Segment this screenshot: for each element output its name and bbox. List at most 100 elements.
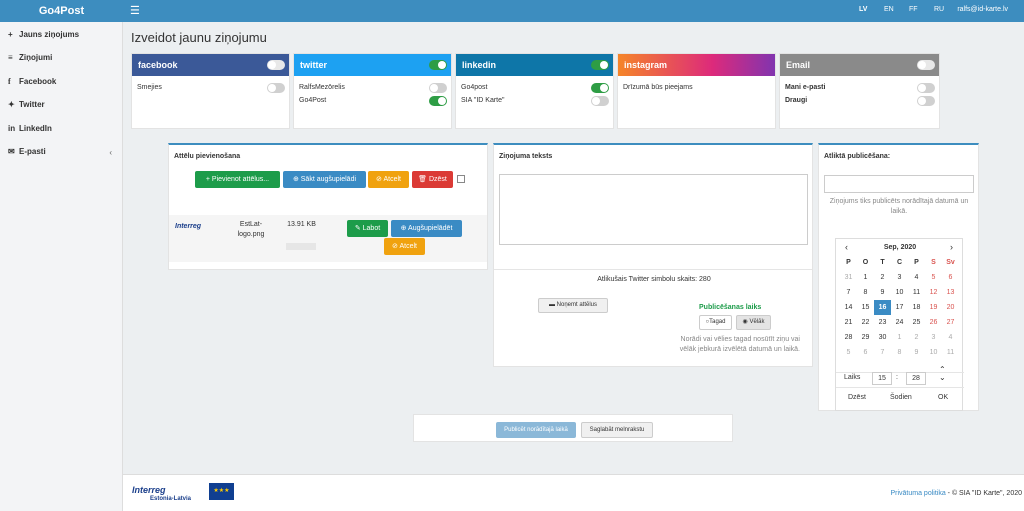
calendar-day[interactable]: 25: [908, 315, 925, 330]
app-brand[interactable]: Go4Post: [0, 0, 123, 22]
calendar-day[interactable]: 21: [840, 315, 857, 330]
calendar-day[interactable]: 6: [942, 270, 959, 285]
sidebar-item-twitter[interactable]: ✦ Twitter: [8, 100, 45, 109]
today-button[interactable]: Šodien: [890, 394, 912, 401]
calendar-day[interactable]: 3: [925, 330, 942, 345]
calendar-day[interactable]: 10: [925, 345, 942, 360]
account-name: Mani e-pasti: [785, 84, 826, 91]
calendar-day[interactable]: 1: [891, 330, 908, 345]
account-toggle[interactable]: [267, 83, 285, 93]
calendar-day[interactable]: 4: [908, 270, 925, 285]
linkedin-icon: in: [8, 124, 16, 133]
minute-input[interactable]: 28: [906, 372, 926, 385]
calendar-day[interactable]: 3: [891, 270, 908, 285]
sidebar-item-linkedin[interactable]: in LinkedIn: [8, 124, 52, 133]
calendar-day[interactable]: 19: [925, 300, 942, 315]
privacy-link[interactable]: Privātuma politika: [890, 490, 945, 497]
account-toggle[interactable]: [429, 96, 447, 106]
facebook-card-title: facebook: [132, 54, 289, 76]
calendar-day[interactable]: 28: [840, 330, 857, 345]
add-images-button[interactable]: + Pievienot attēlus...: [195, 171, 280, 188]
save-draft-button[interactable]: Saglabāt melnrakstu: [581, 422, 653, 438]
chevron-left-icon[interactable]: ‹: [109, 148, 112, 157]
delete-all-button[interactable]: 🗑 Dzēst: [412, 171, 453, 188]
sidebar-item-email[interactable]: ✉ E-pasti: [8, 147, 46, 156]
calendar-day[interactable]: 2: [874, 270, 891, 285]
sidebar-item-facebook[interactable]: f Facebook: [8, 77, 56, 86]
calendar-day[interactable]: 5: [925, 270, 942, 285]
calendar-day[interactable]: 8: [857, 285, 874, 300]
weekday-header: C: [896, 259, 903, 266]
twitter-toggle[interactable]: [429, 60, 447, 70]
calendar-day[interactable]: 27: [942, 315, 959, 330]
calendar-day[interactable]: 7: [874, 345, 891, 360]
calendar-day[interactable]: 11: [942, 345, 959, 360]
account-toggle[interactable]: [917, 83, 935, 93]
calendar-day[interactable]: 22: [857, 315, 874, 330]
lang-en[interactable]: EN: [884, 6, 894, 13]
remove-images-button[interactable]: ▬ Noņemt attēlus: [538, 298, 608, 313]
cancel-button[interactable]: ⊘ Atcelt: [384, 238, 425, 255]
calendar-day[interactable]: 14: [840, 300, 857, 315]
later-radio[interactable]: ◉ Vēlāk: [736, 315, 771, 330]
user-email[interactable]: ralfs@id-karte.lv: [957, 6, 1008, 13]
calendar-day[interactable]: 24: [891, 315, 908, 330]
lang-ru[interactable]: RU: [934, 6, 944, 13]
calendar-day[interactable]: 6: [857, 345, 874, 360]
facebook-toggle[interactable]: [267, 60, 285, 70]
cancel-all-button[interactable]: ⊘ Atcelt: [368, 171, 409, 188]
calendar-day[interactable]: 15: [857, 300, 874, 315]
calendar-day[interactable]: 7: [840, 285, 857, 300]
calendar-day[interactable]: 13: [942, 285, 959, 300]
date-input[interactable]: [824, 175, 974, 193]
calendar-day[interactable]: 1: [857, 270, 874, 285]
sidebar-item-messages[interactable]: ≡ Ziņojumi: [8, 53, 52, 62]
time-stepper-icon[interactable]: ⌃ ⌄: [939, 366, 946, 382]
account-toggle[interactable]: [591, 83, 609, 93]
upload-button[interactable]: ⊕ Augšupielādēt: [391, 220, 462, 237]
clear-button[interactable]: Dzēst: [848, 394, 866, 401]
calendar-day[interactable]: 29: [857, 330, 874, 345]
publish-button[interactable]: Publicēt norādītajā laikā: [496, 422, 576, 438]
email-toggle[interactable]: [917, 60, 935, 70]
lang-ff[interactable]: FF: [909, 6, 918, 13]
calendar-day[interactable]: 9: [908, 345, 925, 360]
message-textarea[interactable]: [499, 174, 808, 245]
calendar-day[interactable]: 4: [942, 330, 959, 345]
select-all-checkbox[interactable]: [457, 175, 465, 183]
calendar-day[interactable]: 18: [908, 300, 925, 315]
lang-lv[interactable]: LV: [859, 6, 867, 13]
calendar-day[interactable]: 9: [874, 285, 891, 300]
scheduled-panel: Atliktā publicēšana: Ziņojums tiks publi…: [818, 143, 979, 411]
calendar-day[interactable]: 16: [874, 300, 891, 315]
calendar-day[interactable]: 10: [891, 285, 908, 300]
account-toggle[interactable]: [917, 96, 935, 106]
account-toggle[interactable]: [591, 96, 609, 106]
calendar-day[interactable]: 23: [874, 315, 891, 330]
calendar-day[interactable]: 8: [891, 345, 908, 360]
calendar-day[interactable]: 20: [942, 300, 959, 315]
calendar-day[interactable]: 17: [891, 300, 908, 315]
calendar-day[interactable]: 26: [925, 315, 942, 330]
calendar-day[interactable]: 30: [874, 330, 891, 345]
calendar-day[interactable]: 31: [840, 270, 857, 285]
next-month-icon[interactable]: ›: [950, 242, 953, 252]
sidebar-item-new-message[interactable]: + Jauns ziņojums: [8, 30, 79, 39]
edit-button[interactable]: ✎ Labot: [347, 220, 388, 237]
calendar-day[interactable]: 2: [908, 330, 925, 345]
linkedin-toggle[interactable]: [591, 60, 609, 70]
now-radio[interactable]: ○Tagad: [699, 315, 732, 330]
eu-flag-icon: ★★★: [209, 483, 234, 500]
account-toggle[interactable]: [429, 83, 447, 93]
weekday-header: O: [862, 259, 869, 266]
calendar-day[interactable]: 5: [840, 345, 857, 360]
ok-button[interactable]: OK: [938, 394, 948, 401]
calendar-day[interactable]: 12: [925, 285, 942, 300]
hour-input[interactable]: 15: [872, 372, 892, 385]
button-label: Atcelt: [399, 243, 417, 250]
start-upload-button[interactable]: ⊕ Sākt augšupielādi: [283, 171, 366, 188]
hamburger-icon[interactable]: ☰: [130, 4, 140, 17]
footer-text: Privātuma politika - © SIA "ID Karte", 2…: [890, 490, 1022, 497]
month-label[interactable]: Sep, 2020: [836, 244, 964, 251]
calendar-day[interactable]: 11: [908, 285, 925, 300]
